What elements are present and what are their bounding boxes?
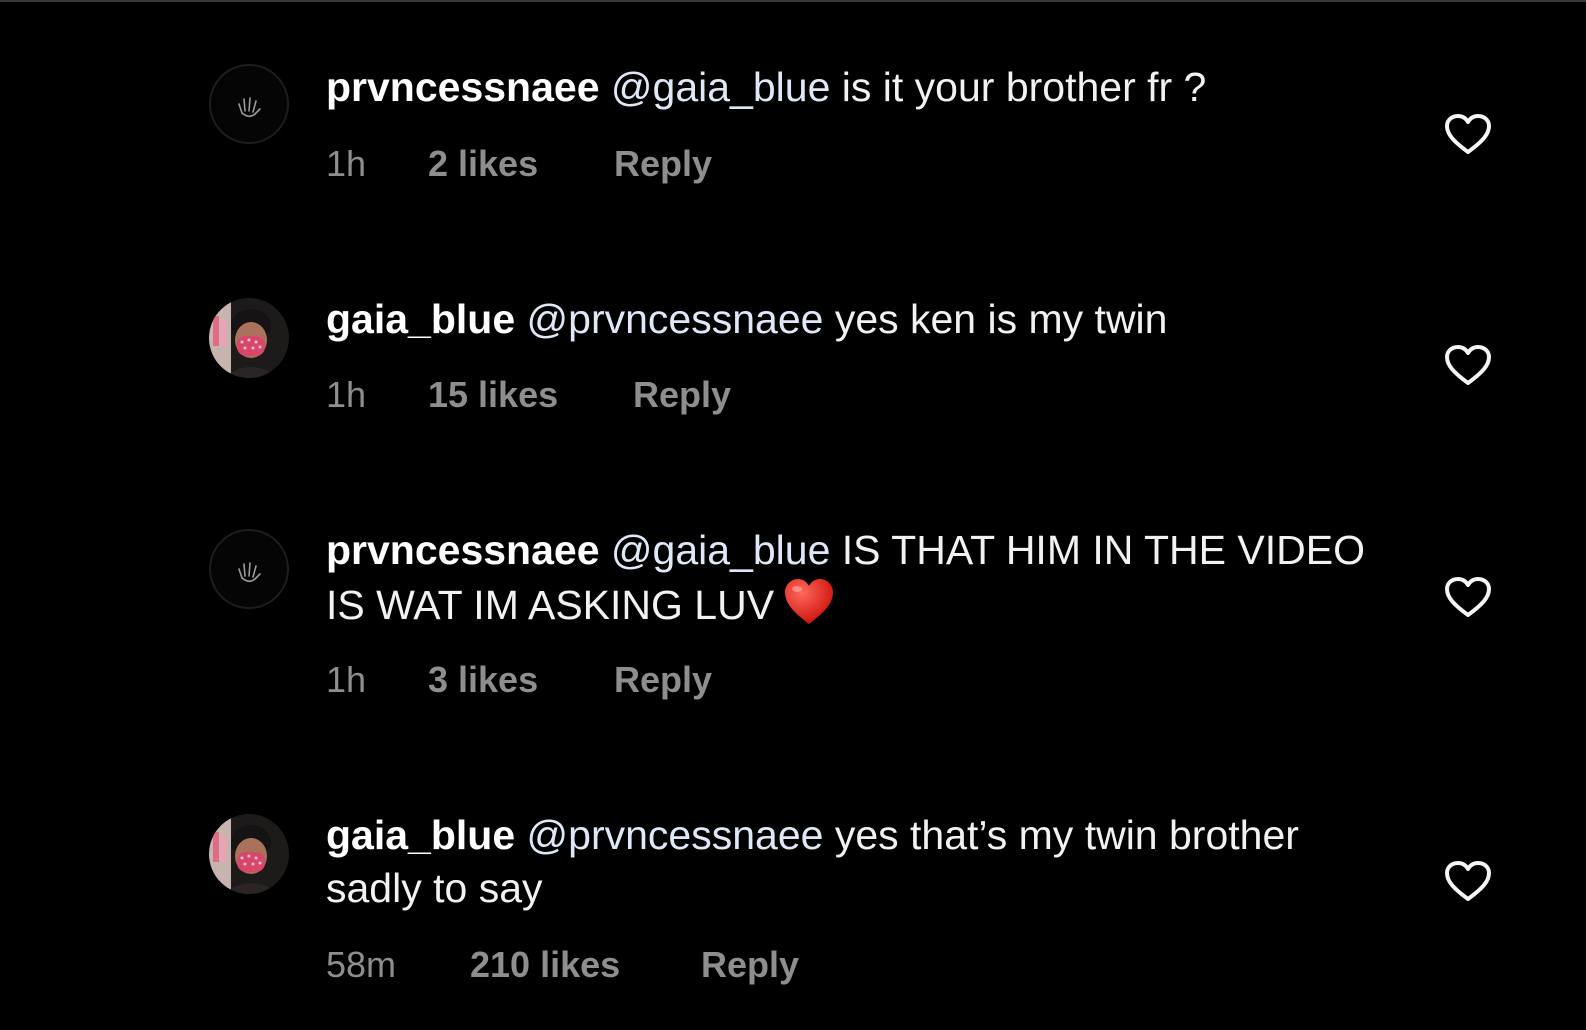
comment-time: 1h — [326, 143, 367, 184]
heart-outline-icon — [1445, 861, 1491, 901]
masked-person-icon — [209, 814, 289, 894]
heart-outline-icon — [1445, 114, 1491, 154]
like-button[interactable] — [1443, 575, 1493, 619]
comment-likes[interactable]: 15 likes — [428, 374, 633, 416]
comment-body: is it your brother fr ? — [830, 64, 1207, 110]
hand-icon — [238, 97, 261, 118]
comment-text: gaia_blue @prvncessnaee yes that’s my tw… — [326, 809, 1316, 915]
comment-username[interactable]: prvncessnaee — [326, 64, 600, 110]
comment-username[interactable]: prvncessnaee — [326, 527, 600, 573]
comments-thread: prvncessnaee @gaia_blue is it your broth… — [0, 0, 1586, 1030]
reply-button[interactable]: Reply — [614, 659, 712, 701]
like-button[interactable] — [1443, 343, 1493, 387]
comment-meta: 1h 3 likes Reply — [326, 659, 712, 701]
comment-mention[interactable]: @gaia_blue — [611, 527, 830, 573]
masked-person-icon — [209, 298, 289, 378]
heart-outline-icon — [1445, 345, 1491, 385]
comment-time: 1h — [326, 659, 367, 700]
comment-text: prvncessnaee @gaia_blue is it your broth… — [326, 61, 1386, 114]
comment-body: yes ken is my twin — [823, 296, 1168, 342]
comment-meta: 1h 15 likes Reply — [326, 374, 731, 416]
comment-likes[interactable]: 3 likes — [428, 659, 614, 701]
like-button[interactable] — [1443, 859, 1493, 903]
avatar[interactable] — [209, 298, 289, 378]
avatar[interactable] — [209, 529, 289, 609]
comment-mention[interactable]: @prvncessnaee — [527, 812, 824, 858]
comment-text: prvncessnaee @gaia_blue IS THAT HIM IN T… — [326, 524, 1386, 640]
comment-meta: 1h 2 likes Reply — [326, 143, 712, 185]
heart-outline-icon — [1445, 577, 1491, 617]
comment-likes[interactable]: 2 likes — [428, 143, 614, 185]
avatar[interactable] — [209, 814, 289, 894]
comment-text: gaia_blue @prvncessnaee yes ken is my tw… — [326, 293, 1386, 346]
like-button[interactable] — [1443, 112, 1493, 156]
comment-time: 58m — [326, 944, 397, 985]
reply-button[interactable]: Reply — [614, 143, 712, 185]
comment-meta: 58m 210 likes Reply — [326, 944, 799, 986]
comment-mention[interactable]: @gaia_blue — [611, 64, 830, 110]
comment-likes[interactable]: 210 likes — [470, 944, 701, 986]
comment-username[interactable]: gaia_blue — [326, 296, 515, 342]
reply-button[interactable]: Reply — [633, 374, 731, 416]
comment-time: 1h — [326, 374, 367, 415]
avatar[interactable] — [209, 64, 289, 144]
comment-username[interactable]: gaia_blue — [326, 812, 515, 858]
comment-mention[interactable]: @prvncessnaee — [527, 296, 824, 342]
hand-icon — [238, 562, 261, 583]
red-heart-emoji — [782, 577, 836, 640]
reply-button[interactable]: Reply — [701, 944, 799, 986]
